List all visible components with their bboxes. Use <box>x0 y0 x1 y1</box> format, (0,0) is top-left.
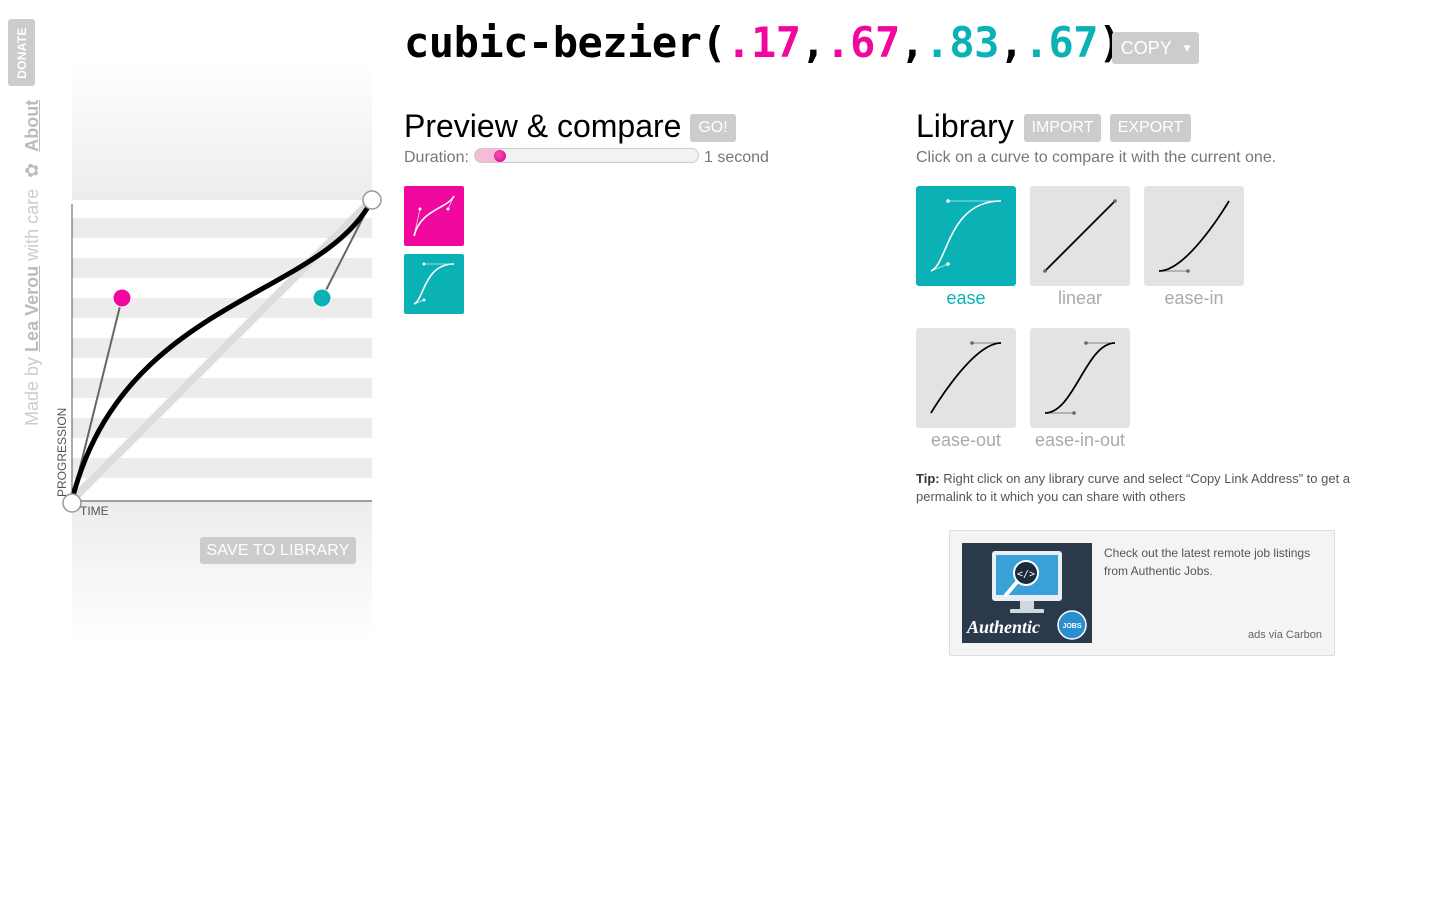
svg-text:Authentic: Authentic <box>966 617 1040 637</box>
library-item-ease-in-out[interactable]: ease-in-out <box>1030 328 1130 451</box>
tip-label: Tip: <box>916 471 940 486</box>
library-thumbnail-linear <box>1030 186 1130 286</box>
control-point-1-handle[interactable] <box>112 288 132 308</box>
library-label-ease-in-out: ease-in-out <box>1034 430 1126 450</box>
author-link[interactable]: Lea Verou <box>22 266 42 352</box>
library-thumbnail-ease <box>916 186 1016 286</box>
copy-label: COPY <box>1120 37 1172 58</box>
preview-compare-curve[interactable] <box>404 254 464 314</box>
about-link[interactable]: About <box>22 100 42 152</box>
end-point <box>362 190 382 210</box>
compare-curve-thumbnail <box>413 262 455 305</box>
cubic-bezier-value: cubic-bezier(.17,.67,.83,.67) <box>404 18 1123 67</box>
ad-via-carbon-link[interactable]: ads via Carbon <box>1248 629 1322 641</box>
preview-current-curve[interactable] <box>404 186 464 246</box>
ad-text[interactable]: Check out the latest remote job listings… <box>1104 544 1324 580</box>
svg-text:JOBS: JOBS <box>1062 623 1081 630</box>
ad-image[interactable]: </> JOBS Authentic <box>962 543 1092 643</box>
library-label-ease: ease <box>946 288 986 308</box>
library-label-ease-in: ease-in <box>1164 288 1224 308</box>
duration-value: 1 second <box>704 149 769 166</box>
library-heading: Library <box>916 108 1014 144</box>
donate-label: DONATE <box>14 26 29 79</box>
library-thumbnail-ease-out <box>916 328 1016 428</box>
library-label-ease-out: ease-out <box>930 430 1002 450</box>
go-button[interactable]: GO! <box>690 114 736 142</box>
library-item-linear[interactable]: linear <box>1030 186 1130 309</box>
ad-illustration: </> JOBS Authentic <box>962 543 1092 643</box>
duration-slider-thumb[interactable] <box>494 150 506 162</box>
library-tip: Tip: Right click on any library curve an… <box>916 470 1356 506</box>
save-to-library-button[interactable]: SAVE TO LIBRARY <box>200 537 356 564</box>
export-button[interactable]: EXPORT <box>1110 114 1191 142</box>
library-item-ease-out[interactable]: ease-out <box>916 328 1016 451</box>
library-description: Click on a curve to compare it with the … <box>916 149 1277 166</box>
preview-heading: Preview & compare <box>404 108 682 144</box>
library-label-linear: linear <box>1057 288 1103 308</box>
library-thumbnail-ease-in-out <box>1030 328 1130 428</box>
copy-button[interactable]: COPY ▾ <box>1112 32 1199 64</box>
made-by-credit: Made by Lea Verou with care ✿ About <box>22 99 42 426</box>
chevron-down-icon: ▾ <box>1183 40 1191 55</box>
library-item-ease[interactable]: ease <box>916 186 1016 309</box>
duration-slider[interactable] <box>474 148 699 163</box>
control-point-2-handle[interactable] <box>312 288 332 308</box>
import-button[interactable]: IMPORT <box>1024 114 1101 142</box>
current-curve-thumbnail <box>413 195 455 237</box>
tip-text: Right click on any library curve and sel… <box>916 471 1351 504</box>
carbon-ad[interactable]: </> JOBS Authentic Check out the latest … <box>949 530 1335 656</box>
star-icon: ✿ <box>22 162 42 178</box>
donate-button[interactable]: DONATE <box>8 19 35 86</box>
y-axis-label: PROGRESSION <box>55 407 69 497</box>
x-axis-label: TIME <box>80 504 109 518</box>
duration-label: Duration: <box>404 149 469 166</box>
library-item-ease-in[interactable]: ease-in <box>1144 186 1244 309</box>
svg-text:</>: </> <box>1017 569 1035 580</box>
library-thumbnail-ease-in <box>1144 186 1244 286</box>
